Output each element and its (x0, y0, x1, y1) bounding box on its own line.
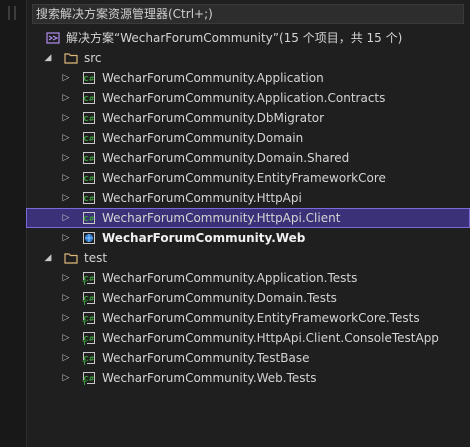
project-label: WecharForumCommunity.EntityFrameworkCore (102, 171, 386, 185)
web-project-icon (83, 232, 95, 244)
chevron-right-icon[interactable]: ▷ (60, 288, 72, 308)
folder-test[interactable]: ◢ test (26, 248, 470, 268)
csharp-test-project-icon: C# (82, 372, 95, 385)
project-label: WecharForumCommunity.Application.Contrac… (102, 91, 386, 105)
svg-text:C#: C# (83, 215, 94, 223)
project-node[interactable]: ▷ C# WecharForumCommunity.Domain.Tests (26, 288, 470, 308)
folder-icon (64, 253, 78, 264)
chevron-right-icon[interactable]: ▷ (60, 148, 72, 168)
csharp-test-project-icon: C# (82, 272, 95, 285)
svg-text:C#: C# (83, 135, 94, 143)
project-label: WecharForumCommunity.DbMigrator (102, 111, 325, 125)
project-node[interactable]: ▷ C# WecharForumCommunity.Domain (26, 128, 470, 148)
folder-label: src (84, 51, 102, 65)
csharp-project-icon: C# (83, 72, 95, 84)
csharp-project-icon: C# (83, 92, 95, 104)
project-label: WecharForumCommunity.Domain.Shared (102, 151, 350, 165)
project-node[interactable]: ▷ C# WecharForumCommunity.HttpApi (26, 188, 470, 208)
svg-text:C#: C# (83, 175, 94, 183)
csharp-test-project-icon: C# (82, 352, 95, 365)
chevron-right-icon[interactable]: ▷ (60, 168, 72, 188)
project-label: WecharForumCommunity.TestBase (102, 351, 310, 365)
project-label: WecharForumCommunity.Web.Tests (102, 371, 317, 385)
solution-tree: 解决方案“WecharForumCommunity”(15 个项目，共 15 个… (26, 28, 470, 388)
chevron-right-icon[interactable]: ▷ (60, 208, 72, 228)
chevron-right-icon[interactable]: ▷ (60, 268, 72, 288)
project-node[interactable]: ▷ WecharForumCommunity.Web (26, 228, 470, 248)
project-label: WecharForumCommunity.HttpApi.Client.Cons… (102, 331, 439, 345)
csharp-project-icon: C# (83, 172, 95, 184)
svg-text:C#: C# (83, 155, 94, 163)
folder-label: test (84, 251, 108, 265)
svg-text:C#: C# (83, 115, 94, 123)
project-node[interactable]: ▷ C# WecharForumCommunity.EntityFrameworkC… (26, 308, 470, 328)
project-label: WecharForumCommunity.HttpApi (102, 191, 302, 205)
project-node[interactable]: ▷ C# WecharForumCommunity.HttpApi.Client (26, 208, 470, 228)
chevron-right-icon[interactable]: ▷ (60, 88, 72, 108)
chevron-right-icon[interactable]: ▷ (60, 348, 72, 368)
chevron-right-icon[interactable]: ▷ (60, 328, 72, 348)
solution-label: 解决方案“WecharForumCommunity”(15 个项目，共 15 个… (66, 31, 403, 45)
chevron-down-icon[interactable]: ◢ (42, 48, 54, 68)
project-node[interactable]: ▷ C# WecharForumCommunity.EntityFrameworkC… (26, 168, 470, 188)
csharp-project-icon: C# (83, 132, 95, 144)
csharp-project-icon: C# (83, 112, 95, 124)
left-tool-strip (0, 0, 27, 447)
project-node[interactable]: ▷ C# WecharForumCommunity.Application.Test… (26, 268, 470, 288)
project-label: WecharForumCommunity.Application.Tests (102, 271, 358, 285)
project-label: WecharForumCommunity.Domain.Tests (102, 291, 337, 305)
csharp-test-project-icon: C# (82, 292, 95, 305)
search-bar[interactable] (32, 4, 466, 24)
folder-icon (64, 53, 78, 64)
csharp-test-project-icon: C# (82, 312, 95, 325)
chevron-right-icon[interactable]: ▷ (60, 308, 72, 328)
project-node[interactable]: ▷ C# WecharForumCommunity.Application (26, 68, 470, 88)
solution-explorer: 解决方案“WecharForumCommunity”(15 个项目，共 15 个… (26, 0, 470, 447)
chevron-right-icon[interactable]: ▷ (60, 68, 72, 88)
svg-text:C#: C# (83, 195, 94, 203)
project-label: WecharForumCommunity.Web (102, 231, 306, 245)
chevron-right-icon[interactable]: ▷ (60, 228, 72, 248)
project-node[interactable]: ▷ C# WecharForumCommunity.Domain.Shared (26, 148, 470, 168)
folder-src[interactable]: ◢ src (26, 48, 470, 68)
project-label: WecharForumCommunity.Domain (102, 131, 304, 145)
csharp-project-icon: C# (83, 212, 95, 224)
csharp-test-project-icon: C# (82, 332, 95, 345)
project-node[interactable]: ▷ C# WecharForumCommunity.DbMigrator (26, 108, 470, 128)
svg-text:C#: C# (83, 95, 94, 103)
csharp-project-icon: C# (83, 192, 95, 204)
chevron-right-icon[interactable]: ▷ (60, 108, 72, 128)
solution-icon (46, 32, 60, 44)
grip-icon (8, 6, 16, 20)
chevron-right-icon[interactable]: ▷ (60, 368, 72, 388)
svg-text:C#: C# (83, 75, 94, 83)
project-label: WecharForumCommunity.HttpApi.Client (102, 211, 341, 225)
project-node[interactable]: ▷ C# WecharForumCommunity.Web.Tests (26, 368, 470, 388)
project-node[interactable]: ▷ C# WecharForumCommunity.HttpApi.Client.C… (26, 328, 470, 348)
chevron-right-icon[interactable]: ▷ (60, 128, 72, 148)
solution-node[interactable]: 解决方案“WecharForumCommunity”(15 个项目，共 15 个… (26, 28, 470, 48)
search-input[interactable] (36, 5, 466, 23)
project-node[interactable]: ▷ C# WecharForumCommunity.Application.Cont… (26, 88, 470, 108)
project-label: WecharForumCommunity.Application (102, 71, 324, 85)
chevron-right-icon[interactable]: ▷ (60, 188, 72, 208)
csharp-project-icon: C# (83, 152, 95, 164)
chevron-down-icon[interactable]: ◢ (42, 248, 54, 268)
project-label: WecharForumCommunity.EntityFrameworkCore… (102, 311, 420, 325)
project-node[interactable]: ▷ C# WecharForumCommunity.TestBase (26, 348, 470, 368)
